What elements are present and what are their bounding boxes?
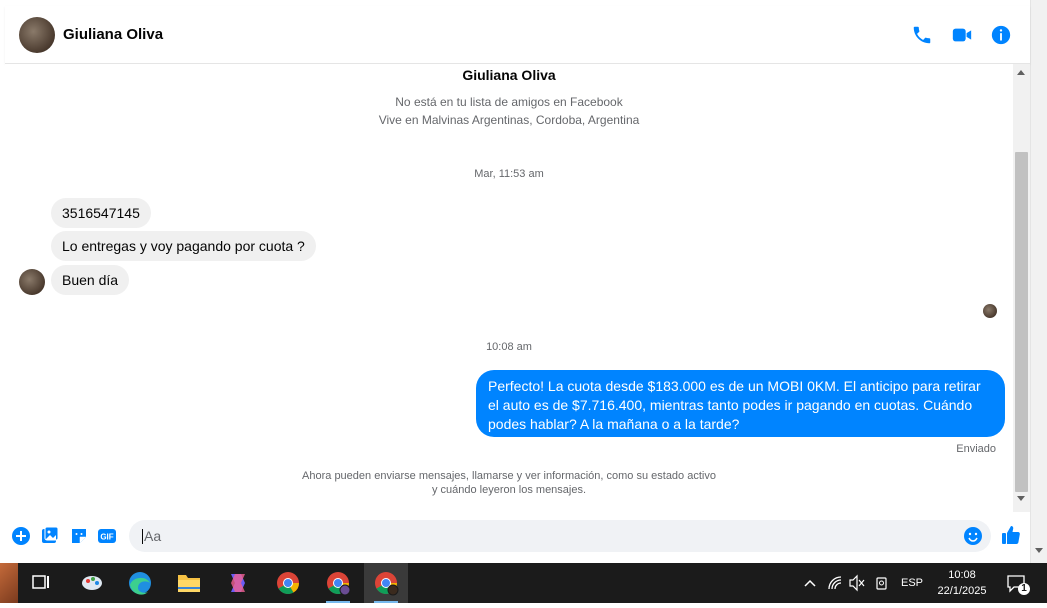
conversation-header: Giuliana Oliva [5,6,1030,64]
notification-center[interactable]: 1 [1004,563,1032,603]
chrome-profile-taskbar-button[interactable] [316,563,360,603]
messenger-window: Giuliana Oliva Giuliana Oliva No está en… [0,0,1047,603]
show-hidden-icons-chevron-icon[interactable] [800,563,820,603]
system-clock[interactable]: 10:08 22/1/2025 [924,567,1000,599]
emoji-icon[interactable] [963,526,983,546]
windows-taskbar: ESP 10:08 22/1/2025 1 [0,563,1047,603]
notification-count: 1 [1021,583,1027,594]
notification-icon [1007,575,1030,595]
network-icon[interactable] [825,563,845,603]
gif-label: GIF [100,533,113,542]
window-scrollbar[interactable] [1030,0,1047,563]
paint-icon[interactable] [70,563,114,603]
plus-icon[interactable] [11,526,31,546]
chrome-profile-taskbar-button-active[interactable] [364,563,408,603]
profile-friend-status: No está en tu lista de amigos en Faceboo… [395,95,623,109]
outgoing-message[interactable]: Perfecto! La cuota desde $183.000 es de … [476,370,1005,437]
task-view-icon[interactable] [18,563,62,603]
language-indicator[interactable]: ESP [900,563,924,603]
sender-avatar [19,269,45,295]
scroll-up-arrow-icon[interactable] [1017,70,1025,75]
scroll-down-arrow-icon[interactable] [1035,548,1043,553]
scroll-down-arrow-icon[interactable] [1017,496,1025,501]
timestamp: Mar, 11:53 am [474,168,544,180]
thread-scrollbar[interactable] [1013,64,1030,512]
privacy-notice-line: y cuándo leyeron los mensajes. [431,484,587,496]
meet-now-icon[interactable] [872,563,892,603]
contact-name[interactable]: Giuliana Oliva [63,26,163,43]
video-icon[interactable] [951,24,973,46]
message-input[interactable]: Aa [129,520,991,552]
clock-time: 10:08 [948,569,976,581]
copilot-icon[interactable] [216,563,260,603]
start-button[interactable] [0,563,18,603]
chrome-profile-icon [327,572,351,596]
chrome-icon[interactable] [266,563,310,603]
edge-icon[interactable] [118,563,162,603]
info-icon[interactable] [990,24,1012,46]
incoming-message[interactable]: Lo entregas y voy pagando por cuota ? [51,231,316,261]
privacy-notice-line: Ahora pueden enviarse mensajes, llamarse… [302,470,716,482]
volume-muted-icon[interactable] [847,563,867,603]
gif-icon[interactable]: GIF [97,526,117,546]
profile-name: Giuliana Oliva [462,67,556,83]
phone-icon[interactable] [911,24,933,46]
text-caret [142,529,143,544]
message-status: Enviado [956,443,996,455]
image-icon[interactable] [40,526,60,546]
read-receipt-avatar [983,304,997,318]
file-explorer-icon[interactable] [167,563,211,603]
contact-avatar[interactable] [19,17,55,53]
timestamp: 10:08 am [486,341,532,353]
message-input-placeholder: Aa [144,528,162,544]
scrollbar-thumb[interactable] [1015,152,1028,492]
like-icon[interactable] [1000,524,1022,546]
message-composer: GIF Aa [5,514,1030,563]
clock-date: 22/1/2025 [937,585,987,597]
sticker-icon[interactable] [69,526,89,546]
privacy-notice: Ahora pueden enviarse mensajes, llamarse… [296,469,722,497]
incoming-message[interactable]: Buen día [51,265,130,295]
chrome-profile-icon-2 [375,572,399,596]
incoming-message[interactable]: 3516547145 [51,198,151,228]
profile-location: Vive en Malvinas Argentinas, Cordoba, Ar… [378,113,640,127]
message-thread[interactable] [5,64,1013,514]
